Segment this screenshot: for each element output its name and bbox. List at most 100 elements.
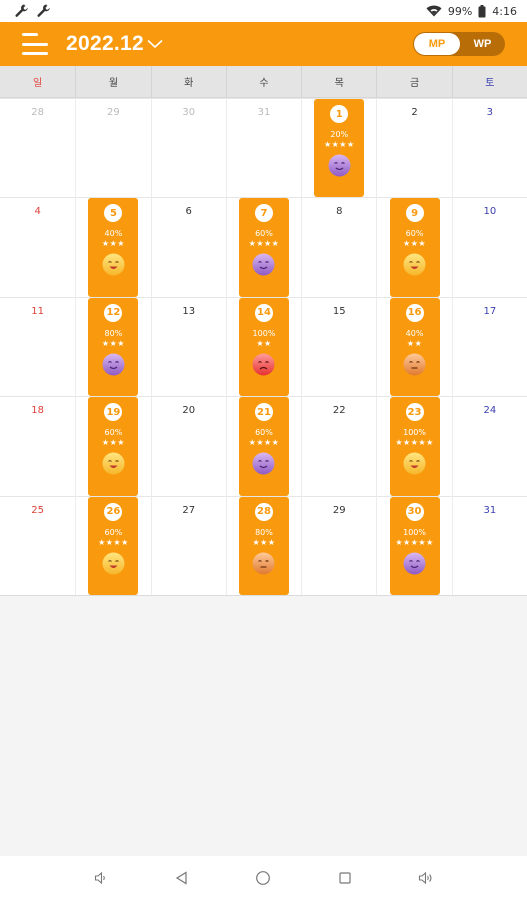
recents-icon[interactable]	[333, 866, 357, 890]
day-number: 27	[182, 504, 196, 516]
calendar-day-cell[interactable]: 21 60% ★★★★	[225, 396, 302, 496]
calendar-day-cell[interactable]: 12 80% ★★★	[75, 296, 151, 397]
diary-entry-card[interactable]: 12 80% ★★★	[88, 297, 139, 397]
calendar-day-cell[interactable]: 29	[301, 495, 377, 595]
diary-entry-card[interactable]: 5 40% ★★★	[88, 198, 139, 297]
diary-entry-card[interactable]: 7 60% ★★★★	[238, 198, 289, 297]
clock: 4:16	[492, 4, 517, 18]
entry-star-rating: ★★★	[252, 537, 276, 547]
purple-face-icon	[328, 154, 351, 177]
entry-percent: 60%	[104, 428, 123, 438]
diary-entry-card[interactable]: 9 60% ★★★	[389, 198, 440, 297]
entry-day-number: 7	[254, 204, 273, 223]
day-number: 31	[483, 504, 497, 516]
calendar-day-cell[interactable]: 14 100% ★★	[225, 296, 302, 397]
diary-entry-card[interactable]: 21 60% ★★★★	[238, 397, 289, 496]
diary-entry-card[interactable]: 14 100% ★★	[238, 297, 289, 397]
calendar-day-cell[interactable]: 8	[301, 197, 377, 297]
calendar-day-cell[interactable]: 30 100% ★★★★★	[376, 495, 452, 595]
calendar-day-cell[interactable]: 6	[150, 197, 226, 297]
entry-percent: 40%	[405, 328, 424, 338]
purple-face-icon	[102, 353, 125, 376]
diary-entry-card[interactable]: 1 20% ★★★★	[314, 99, 365, 198]
yellow-face-icon	[102, 552, 125, 575]
day-number: 4	[34, 206, 41, 218]
entry-star-rating: ★★★★	[323, 140, 355, 149]
calendar-day-cell[interactable]: 27	[150, 495, 226, 595]
app-screen: 99% 4:16 2022.12 MP WP 일 월 화 수 목 금 토 28 2…	[0, 0, 527, 900]
entry-day-number: 30	[405, 502, 424, 521]
entry-day-number: 14	[254, 303, 273, 322]
weekday-sat: 토	[451, 66, 527, 97]
calendar-day-cell[interactable]: 3	[451, 98, 527, 198]
calendar-day-cell[interactable]: 23 100% ★★★★★	[376, 396, 452, 496]
calendar-day-cell[interactable]: 31	[225, 98, 302, 198]
wrench-icon	[37, 4, 50, 17]
calendar-day-cell[interactable]: 16 40% ★★	[376, 296, 452, 397]
entry-star-rating: ★★★★	[248, 438, 280, 448]
calendar-day-cell[interactable]: 1 20% ★★★★	[301, 98, 377, 198]
day-number: 13	[182, 305, 196, 317]
back-icon[interactable]	[170, 866, 194, 890]
entry-day-number: 21	[254, 403, 273, 422]
calendar-day-cell[interactable]: 22	[301, 396, 377, 496]
calendar-day-cell[interactable]: 19 60% ★★★	[75, 396, 151, 496]
calendar-day-cell[interactable]: 11	[0, 296, 76, 396]
entry-star-rating: ★★★	[101, 438, 125, 448]
calendar-day-cell[interactable]: 31	[451, 495, 527, 595]
calendar-day-cell[interactable]: 17	[451, 296, 527, 397]
day-number: 31	[257, 107, 271, 118]
calendar-day-cell[interactable]: 29	[75, 98, 151, 198]
calendar-day-cell[interactable]: 7 60% ★★★★	[225, 197, 302, 297]
day-number: 29	[107, 107, 120, 118]
diary-entry-card[interactable]: 23 100% ★★★★★	[389, 397, 440, 496]
calendar-day-cell[interactable]: 28 80% ★★★	[225, 495, 302, 595]
calendar-day-cell[interactable]: 13	[150, 296, 226, 397]
calendar-day-cell[interactable]: 20	[150, 396, 226, 496]
diary-entry-card[interactable]: 26 60% ★★★★	[88, 496, 139, 595]
orange-face-icon	[252, 552, 275, 575]
calendar-day-cell[interactable]: 25	[0, 495, 76, 595]
calendar-day-cell[interactable]: 24	[451, 396, 527, 496]
calendar-grid: 28 29 30 31 1 20% ★★★★ 2 3 4 5 40% ★★★ 6 7 60% ★★★★ 8 9 60%…	[0, 98, 527, 596]
calendar-day-cell[interactable]: 26 60% ★★★★	[75, 495, 151, 595]
entry-day-number: 19	[104, 403, 123, 422]
menu-icon[interactable]	[22, 33, 48, 55]
calendar-day-cell[interactable]: 10	[451, 197, 527, 297]
app-bar: 2022.12 MP WP	[0, 22, 527, 66]
calendar-day-cell[interactable]: 15	[301, 296, 377, 397]
chevron-down-icon	[147, 39, 163, 49]
volume-up-icon[interactable]	[414, 866, 438, 890]
diary-entry-card[interactable]: 30 100% ★★★★★	[389, 496, 440, 595]
calendar-day-cell[interactable]: 4	[0, 197, 76, 296]
entry-percent: 80%	[104, 328, 123, 338]
calendar-day-cell[interactable]: 30	[150, 98, 226, 198]
entry-percent: 60%	[255, 428, 273, 438]
weekday-fri: 금	[376, 66, 451, 97]
calendar-day-cell[interactable]: 9 60% ★★★	[376, 197, 452, 297]
calendar-day-cell[interactable]: 2	[376, 98, 452, 198]
day-number: 10	[483, 206, 497, 218]
diary-entry-card[interactable]: 28 80% ★★★	[238, 496, 289, 595]
weekday-mon: 월	[75, 66, 150, 97]
entry-percent: 40%	[104, 229, 123, 239]
volume-down-icon[interactable]	[89, 866, 113, 890]
day-number: 6	[185, 206, 192, 218]
month-selector[interactable]: 2022.12	[66, 32, 163, 56]
month-title: 2022.12	[66, 32, 145, 55]
status-left	[14, 3, 52, 19]
home-icon[interactable]	[251, 866, 275, 890]
wp-button[interactable]: WP	[460, 33, 505, 55]
battery-icon	[478, 4, 486, 17]
calendar-day-cell[interactable]: 18	[0, 396, 76, 495]
entry-percent: 100%	[403, 527, 426, 537]
mp-button[interactable]: MP	[414, 33, 460, 55]
calendar-day-cell[interactable]: 28	[0, 98, 76, 197]
day-number: 30	[182, 107, 196, 118]
entry-day-number: 16	[405, 303, 424, 322]
calendar-day-cell[interactable]: 5 40% ★★★	[75, 197, 151, 297]
orange-face-icon	[403, 353, 426, 376]
entry-percent: 100%	[252, 328, 276, 338]
diary-entry-card[interactable]: 16 40% ★★	[389, 297, 440, 397]
diary-entry-card[interactable]: 19 60% ★★★	[88, 397, 139, 496]
